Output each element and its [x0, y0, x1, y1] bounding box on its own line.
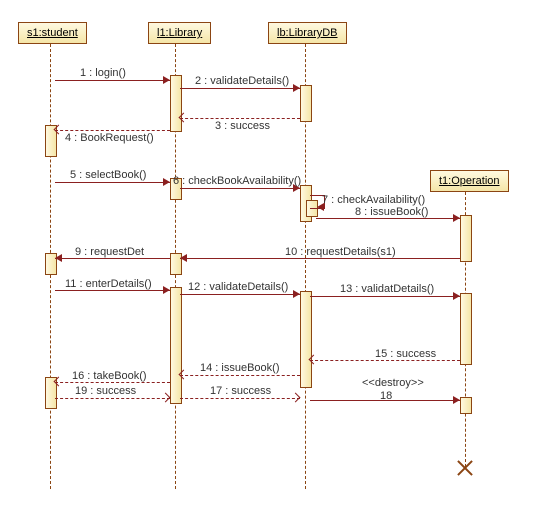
msg-m2: 2 : validateDetails(): [195, 75, 289, 87]
msg-m8: 8 : issueBook(): [355, 206, 428, 218]
arrow-m3: [180, 118, 300, 119]
arrow-m16: [55, 382, 170, 383]
arrow-m14: [180, 375, 300, 376]
arrow-m17: [180, 398, 300, 399]
lifeline-head-library: l1:Library: [148, 22, 211, 44]
ah-m19: [161, 393, 171, 403]
destroy-icon: [457, 460, 473, 476]
lifeline-head-librarydb: lb:LibraryDB: [268, 22, 347, 44]
arrow-m5: [55, 182, 170, 183]
ah-m11: [163, 286, 170, 294]
msg-m11: 11 : enterDetails(): [65, 278, 152, 290]
msg-m3: 3 : success: [215, 120, 270, 132]
arrow-m11: [55, 290, 170, 291]
arrow-m10: [180, 258, 460, 259]
ah-m10: [180, 254, 187, 262]
activation-librarydb-3: [300, 291, 312, 388]
activation-library-4: [170, 287, 182, 404]
msg-m12: 12 : validateDetails(): [188, 281, 288, 293]
ah-m1: [163, 76, 170, 84]
msg-m15: 15 : success: [375, 348, 436, 360]
arrow-m2: [180, 88, 300, 89]
activation-operation-1: [460, 215, 472, 262]
sequence-diagram: s1:student l1:Library lb:LibraryDB t1:Op…: [0, 0, 539, 508]
activation-library-1: [170, 75, 182, 132]
ah-m17: [291, 393, 301, 403]
lifeline-head-student: s1:student: [18, 22, 87, 44]
msg-m6: 6 : checkBookAvailability(): [173, 175, 301, 187]
msg-m4: 4 : BookRequest(): [65, 132, 154, 144]
msg-m19: 19 : success: [75, 385, 136, 397]
arrow-m9: [55, 258, 170, 259]
arrow-m15: [310, 360, 460, 361]
msg-m14: 14 : issueBook(): [200, 362, 279, 374]
ah-m2: [293, 84, 300, 92]
msg-m1: 1 : login(): [80, 67, 126, 79]
activation-librarydb-1: [300, 85, 312, 122]
activation-operation-3: [460, 397, 472, 414]
msg-m16: 16 : takeBook(): [72, 370, 147, 382]
ah-m5: [163, 178, 170, 186]
msg-m9: 9 : requestDet: [75, 246, 144, 258]
ah-m18: [453, 396, 460, 404]
arrow-m8: [316, 218, 460, 219]
arrow-m1: [55, 80, 170, 81]
arrow-m12: [180, 294, 300, 295]
msg-destroy: <<destroy>>: [362, 377, 424, 389]
ah-m12: [293, 290, 300, 298]
arrow-m4: [55, 130, 170, 131]
lifeline-head-operation: t1:Operation: [430, 170, 509, 192]
arrow-m19: [55, 398, 170, 399]
msg-m18: 18: [380, 390, 392, 402]
ah-m9: [55, 254, 62, 262]
ah-m8: [453, 214, 460, 222]
msg-m7: 7 : checkAvailability(): [322, 194, 425, 206]
ah-m13: [453, 292, 460, 300]
arrow-m13: [310, 296, 460, 297]
msg-m10: 10 : requestDetails(s1): [285, 246, 396, 258]
msg-m17: 17 : success: [210, 385, 271, 397]
activation-operation-2: [460, 293, 472, 365]
msg-m13: 13 : validatDetails(): [340, 283, 434, 295]
arrow-m6: [180, 188, 300, 189]
msg-m5: 5 : selectBook(): [70, 169, 146, 181]
